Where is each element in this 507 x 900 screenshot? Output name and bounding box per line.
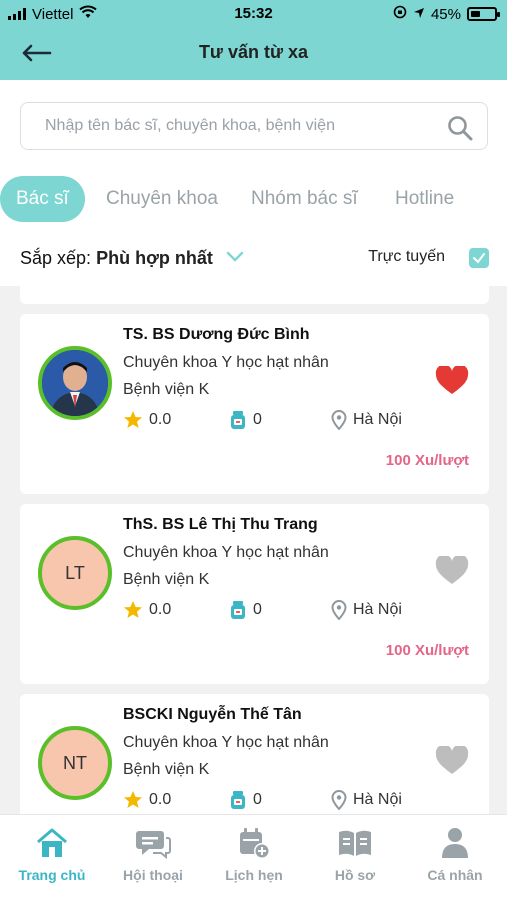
nav-home[interactable]: Trang chủ: [2, 825, 102, 883]
person-icon: [405, 825, 505, 861]
avatar: LT: [38, 536, 112, 610]
tab-specialties[interactable]: Chuyên khoa: [106, 176, 218, 222]
nav-bar: Tư vấn từ xa: [0, 28, 507, 80]
location-arrow-icon: [413, 6, 425, 23]
favorite-button[interactable]: [435, 744, 469, 781]
medicine-bottle-icon: [231, 601, 245, 619]
location-pin-icon: [331, 600, 347, 620]
rating-value: 0.0: [149, 791, 172, 808]
doctor-card[interactable]: NT BSCKI Nguyễn Thế Tân Chuyên khoa Y họ…: [20, 694, 489, 814]
online-filter-label: Trực tuyến: [368, 248, 445, 265]
app-header: Viettel 15:32 45% Tư vấn từ xa: [0, 0, 507, 80]
doctor-card[interactable]: LT ThS. BS Lê Thị Thu Trang Chuyên khoa …: [20, 504, 489, 684]
nav-records[interactable]: Hồ sơ: [305, 825, 405, 883]
nav-appointments-label: Lịch hẹn: [225, 867, 283, 883]
star-icon: [124, 601, 142, 618]
location-stat: Hà Nội: [331, 410, 402, 430]
avatar: NT: [38, 726, 112, 800]
search-section: Nhập tên bác sĩ, chuyên khoa, bệnh viện: [0, 80, 507, 166]
page-title: Tư vấn từ xa: [198, 42, 309, 62]
location-pin-icon: [331, 790, 347, 810]
consult-stat: 0: [229, 410, 262, 430]
nav-records-label: Hồ sơ: [334, 867, 376, 883]
doctor-hospital: Bệnh viện K: [123, 761, 210, 778]
doctor-list: TS. BS Dương Đức Bình Chuyên khoa Y học …: [0, 286, 507, 814]
consult-price: 100 Xu/lượt: [385, 642, 469, 659]
rating-stat: 0.0: [123, 410, 171, 430]
heart-icon: [435, 554, 469, 584]
sort-value: Phù hợp nhất: [96, 248, 213, 268]
heart-icon: [435, 744, 469, 774]
doctor-stats: 0.0 0 Hà Nội: [123, 790, 443, 814]
status-bar: Viettel 15:32 45%: [0, 0, 507, 28]
chevron-down-icon[interactable]: [226, 250, 244, 268]
consult-price: 100 Xu/lượt: [385, 452, 469, 469]
consult-count: 0: [253, 411, 262, 428]
favorite-button[interactable]: [435, 364, 469, 401]
medicine-bottle-icon: [231, 791, 245, 809]
status-right: 45%: [393, 5, 500, 23]
tab-hotline[interactable]: Hotline: [395, 176, 454, 222]
list-item: [20, 286, 489, 304]
nav-profile[interactable]: Cá nhân: [405, 825, 505, 883]
record-book-icon: [305, 825, 405, 861]
online-filter-checkbox[interactable]: [469, 248, 489, 268]
rating-stat: 0.0: [123, 600, 171, 620]
heart-icon: [435, 364, 469, 394]
consult-stat: 0: [229, 600, 262, 620]
category-tabs: Bác sĩ Chuyên khoa Nhóm bác sĩ Hotline: [0, 166, 507, 230]
sort-label: Sắp xếp:: [20, 248, 92, 268]
sort-bar: Sắp xếp: Phù hợp nhất Trực tuyến: [0, 230, 507, 286]
chat-icon: [103, 825, 203, 861]
doctor-hospital: Bệnh viện K: [123, 571, 210, 588]
check-icon: [473, 253, 485, 264]
rating-value: 0.0: [149, 601, 172, 618]
doctor-card[interactable]: TS. BS Dương Đức Bình Chuyên khoa Y học …: [20, 314, 489, 494]
calendar-add-icon: [204, 825, 304, 861]
nav-appointments[interactable]: Lịch hẹn: [204, 825, 304, 883]
rotation-lock-icon: [393, 5, 407, 23]
rating-stat: 0.0: [123, 790, 171, 810]
consult-count: 0: [253, 791, 262, 808]
tab-doctors[interactable]: Bác sĩ: [0, 176, 85, 222]
medicine-bottle-icon: [231, 411, 245, 429]
location-stat: Hà Nội: [331, 790, 402, 810]
doctor-specialty: Chuyên khoa Y học hạt nhân: [123, 354, 329, 371]
favorite-button[interactable]: [435, 554, 469, 591]
doctor-photo: [42, 350, 108, 416]
star-icon: [124, 411, 142, 428]
doctor-stats: 0.0 0 Hà Nội: [123, 600, 443, 624]
search-icon[interactable]: [447, 115, 473, 146]
home-icon: [2, 825, 102, 861]
search-input[interactable]: Nhập tên bác sĩ, chuyên khoa, bệnh viện: [20, 102, 488, 150]
battery-icon: [467, 7, 500, 21]
location-pin-icon: [331, 410, 347, 430]
doctor-name: BSCKI Nguyễn Thế Tân: [123, 706, 302, 723]
doctor-name: ThS. BS Lê Thị Thu Trang: [123, 516, 318, 533]
doctor-specialty: Chuyên khoa Y học hạt nhân: [123, 734, 329, 751]
tab-doctor-groups[interactable]: Nhóm bác sĩ: [251, 176, 358, 222]
sort-dropdown[interactable]: Sắp xếp: Phù hợp nhất: [20, 248, 213, 269]
bottom-tab-bar: Trang chủ Hội thoại Lịch hẹn Hồ sơ Cá nh…: [0, 814, 507, 900]
doctor-hospital: Bệnh viện K: [123, 381, 210, 398]
doctor-name: TS. BS Dương Đức Bình: [123, 326, 310, 343]
rating-value: 0.0: [149, 411, 172, 428]
location-stat: Hà Nội: [331, 600, 402, 620]
location-value: Hà Nội: [353, 411, 402, 428]
location-value: Hà Nội: [353, 791, 402, 808]
nav-home-label: Trang chủ: [18, 867, 86, 883]
location-value: Hà Nội: [353, 601, 402, 618]
nav-profile-label: Cá nhân: [427, 867, 483, 883]
consult-stat: 0: [229, 790, 262, 810]
avatar: [38, 346, 112, 420]
star-icon: [124, 791, 142, 808]
search-placeholder: Nhập tên bác sĩ, chuyên khoa, bệnh viện: [45, 117, 335, 134]
doctor-specialty: Chuyên khoa Y học hạt nhân: [123, 544, 329, 561]
nav-chat[interactable]: Hội thoại: [103, 825, 203, 883]
consult-count: 0: [253, 601, 262, 618]
battery-percent: 45%: [430, 5, 461, 23]
doctor-stats: 0.0 0 Hà Nội: [123, 410, 443, 434]
nav-chat-label: Hội thoại: [123, 867, 183, 883]
